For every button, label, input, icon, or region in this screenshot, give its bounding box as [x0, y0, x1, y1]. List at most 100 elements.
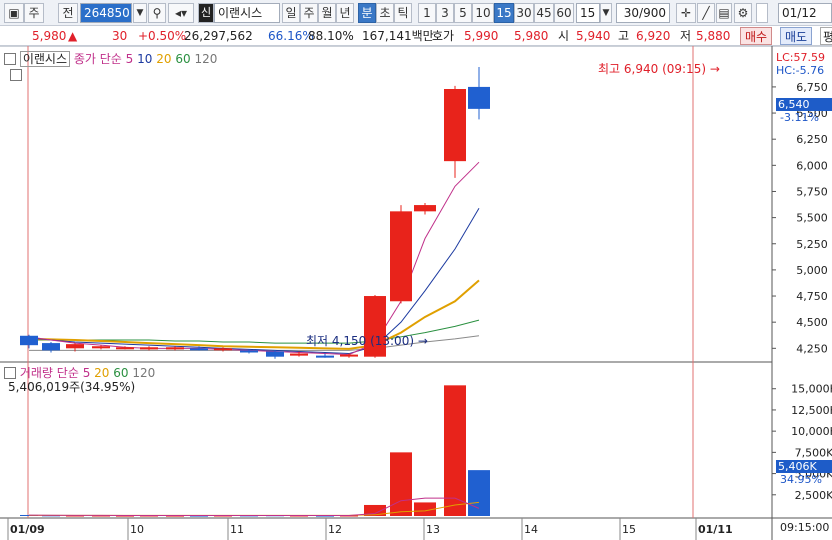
candle-body [266, 351, 284, 357]
draw-tool-icon[interactable]: ╱ [697, 3, 715, 23]
search-icon[interactable]: ⚲ [148, 3, 166, 23]
price-tick-label: 5,750 [796, 185, 828, 198]
amount-value: 167,141백만 [362, 29, 434, 43]
layout-icon[interactable]: ▣ [4, 3, 24, 23]
minute-10[interactable]: 10 [472, 3, 494, 23]
speaker-icon[interactable]: ◂▾ [168, 3, 194, 23]
vol-ma5-legend: 5 [82, 366, 91, 380]
new-listing-badge: 신 [198, 3, 214, 23]
price-tick-label: 5,000 [796, 264, 828, 277]
date-field[interactable]: 01/12 [778, 3, 832, 23]
x-tick-label: 14 [524, 523, 538, 536]
prev-button[interactable]: 전 [58, 3, 78, 23]
period-month[interactable]: 월 [318, 3, 336, 23]
x-tick-label: 15 [622, 523, 636, 536]
buy-button[interactable]: 매수 [740, 27, 773, 45]
current-change-tag: -3.11% [780, 111, 819, 124]
candle-body [414, 205, 436, 212]
price-value: 5,980 [32, 29, 67, 43]
quote-bar: 5,980 ▲ 30 +0.50% 26,297,562 66.16% 88.1… [0, 26, 832, 46]
volume-value: 26,297,562 [184, 29, 253, 43]
x-tick-label: 12 [328, 523, 342, 536]
candle-body [214, 348, 232, 351]
x-tick-label: 01/11 [698, 523, 733, 536]
ma120-legend: 120 [194, 52, 218, 66]
up-arrow-icon: ▲ [68, 29, 78, 43]
candle-body [390, 211, 412, 302]
chart-area[interactable]: 6,7506,5006,2506,0005,7505,5005,2505,000… [0, 46, 832, 540]
sell-button[interactable]: 매도 [780, 27, 813, 45]
period-tick[interactable]: 틱 [394, 3, 412, 23]
volume-bar [468, 470, 490, 516]
candle-body [316, 355, 334, 358]
period-week[interactable]: 주 [300, 3, 318, 23]
price-tick-label: 4,500 [796, 316, 828, 329]
date-checkbox[interactable] [756, 3, 768, 23]
price-tick-label: 4,250 [796, 342, 828, 355]
candle-body [140, 347, 158, 350]
candle-body [340, 354, 358, 357]
settings-icon[interactable]: ⚙ [734, 3, 752, 23]
candle-body [20, 335, 38, 346]
code-dropdown-icon[interactable]: ▼ [133, 3, 147, 23]
high-annotation: 최고 6,940 (09:15) → [598, 62, 720, 76]
open-value: 5,940 [576, 29, 611, 43]
grid-toggle-icon[interactable] [10, 69, 22, 81]
candle-body [66, 344, 84, 349]
volume-bar [444, 385, 466, 516]
minute-5[interactable]: 5 [454, 3, 472, 23]
candle-body [92, 346, 110, 349]
ma20-legend: 20 [156, 52, 172, 66]
volume-tick-label: 12,500K [791, 404, 832, 417]
candle-body [42, 343, 60, 351]
ratio1-value: 66.16% [268, 29, 314, 43]
volume-ma-label: 단순 [56, 366, 79, 380]
count-field[interactable]: 30/900 [616, 3, 670, 23]
volume-menu-icon[interactable] [4, 367, 16, 379]
volume-tick-label: 15,000K [791, 383, 832, 396]
candle-body [240, 350, 258, 353]
minute-3[interactable]: 3 [436, 3, 454, 23]
price-legend: 이랜시스 종가 단순 5 10 20 60 120 [4, 51, 217, 67]
bid-label: 호가 [432, 29, 455, 43]
period-minute[interactable]: 분 [358, 3, 376, 23]
panel-menu-icon[interactable] [4, 53, 16, 65]
top-toolbar: ▣ 주 전 264850 ▼ ⚲ ◂▾ 신 이랜시스 일 주 월 년 분 초 틱… [0, 0, 832, 26]
price-tick-label: 5,250 [796, 238, 828, 251]
vol-ma120-legend: 120 [132, 366, 156, 380]
time-label: 09:15:00 [780, 521, 830, 534]
minute-30[interactable]: 30 [514, 3, 534, 23]
candle-body [444, 89, 466, 162]
minute-60[interactable]: 60 [554, 3, 574, 23]
stock-code-input[interactable]: 264850 [80, 3, 132, 23]
candle-body [468, 86, 490, 109]
change-pct: +0.50% [138, 29, 187, 43]
x-tick-label: 01/09 [10, 523, 45, 536]
stock-name-field[interactable]: 이랜시스 [214, 3, 280, 23]
candle-body [166, 347, 184, 350]
ma60-legend: 60 [175, 52, 191, 66]
minute-1[interactable]: 1 [418, 3, 436, 23]
volume-bar [390, 452, 412, 516]
ma10-legend: 10 [137, 52, 153, 66]
candle-body [290, 353, 308, 356]
low-annotation: 최저 4,150 (13:00) → [306, 334, 428, 348]
price-tick-label: 5,500 [796, 212, 828, 225]
ratio2-value: 88.10% [308, 29, 354, 43]
minute-15[interactable]: 15 [494, 3, 514, 23]
lc-label: LC:57.59 [776, 51, 826, 64]
minute-select[interactable]: 15 [576, 3, 600, 23]
period-day[interactable]: 일 [282, 3, 300, 23]
period-year[interactable]: 년 [336, 3, 354, 23]
low-label: 저 [680, 29, 692, 43]
current-volume-tag: 5,406K [776, 460, 832, 473]
save-icon[interactable]: ▤ [716, 3, 732, 23]
extra-button[interactable]: 평 [820, 27, 832, 45]
crosshair-icon[interactable]: ✛ [676, 3, 696, 23]
high-value: 6,920 [636, 29, 671, 43]
ma5-legend: 5 [125, 52, 134, 66]
period-second[interactable]: 초 [376, 3, 394, 23]
market-button[interactable]: 주 [24, 3, 44, 23]
minute-45[interactable]: 45 [534, 3, 554, 23]
minute-dropdown-icon[interactable]: ▼ [600, 3, 612, 23]
